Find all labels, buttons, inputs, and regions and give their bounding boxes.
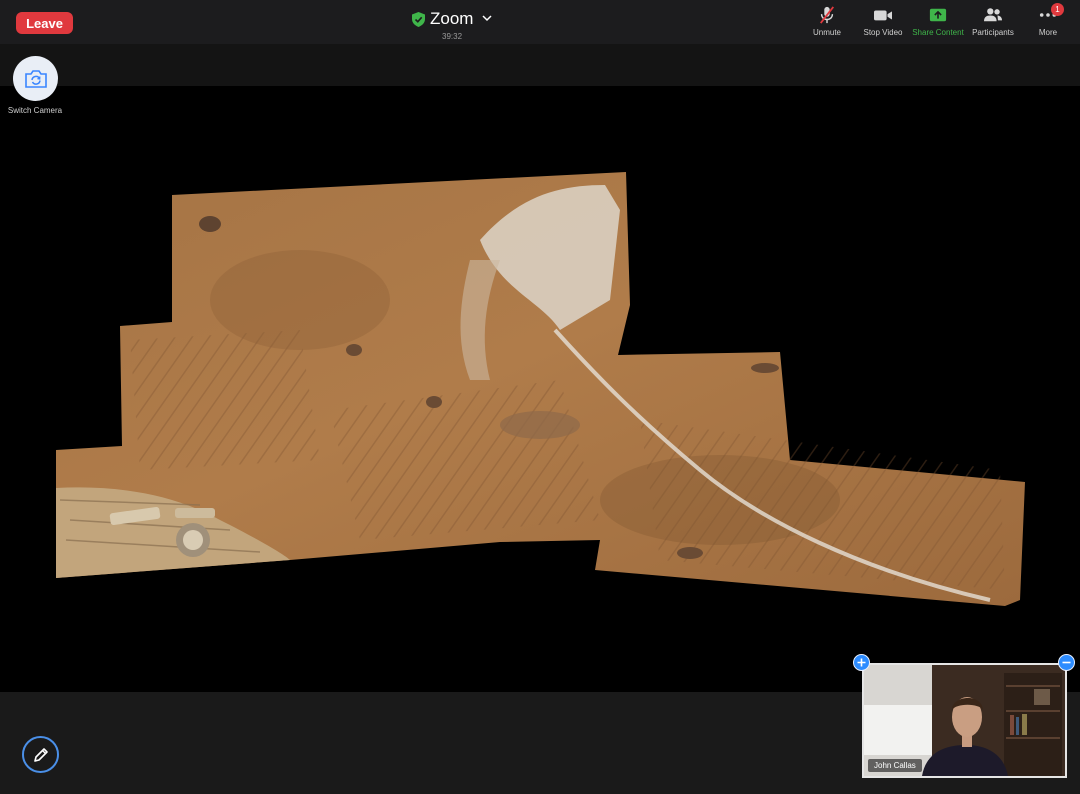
mars-panorama-mosaic	[56, 172, 1025, 606]
expand-view-button[interactable]	[853, 654, 870, 671]
minus-icon	[1062, 661, 1071, 664]
plus-icon	[857, 658, 866, 667]
participant-name-tag: John Callas	[868, 759, 922, 772]
self-view-video[interactable]: John Callas	[862, 663, 1067, 778]
pencil-icon	[33, 747, 48, 762]
switch-camera-button[interactable]	[13, 56, 58, 101]
minimize-view-button[interactable]	[1058, 654, 1075, 671]
camera-rotate-icon	[24, 69, 47, 88]
annotate-button[interactable]	[22, 736, 59, 773]
switch-camera-label: Switch Camera	[7, 106, 63, 115]
